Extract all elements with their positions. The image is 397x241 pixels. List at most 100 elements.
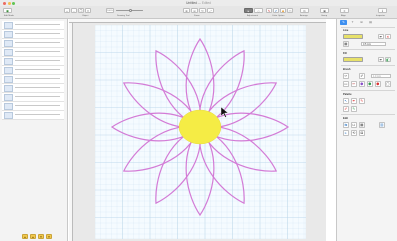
grid-icon: ▦	[360, 123, 364, 127]
color-option-label: Color Option	[272, 14, 285, 17]
tab-layout[interactable]: ▤	[367, 20, 374, 25]
layer-line	[15, 24, 60, 25]
tab-text[interactable]: T	[349, 20, 356, 25]
layer-thumbnail	[3, 49, 13, 56]
toolbar: ◼ Edit Mode + − ❐ ▾ Object 100% Drawing …	[0, 6, 397, 19]
transform-icon: ⊠	[360, 131, 364, 135]
nav-down-button[interactable]: ▼	[38, 234, 44, 239]
window-title: Untitled — Edited	[0, 1, 397, 5]
tab-size[interactable]: ⊞	[358, 20, 365, 25]
palette-brush-button[interactable]: ✐	[343, 106, 349, 112]
eyedropper-icon: ✒	[379, 34, 383, 39]
zoom-slider-knob[interactable]	[129, 8, 133, 12]
edit-transform-button[interactable]: ⊠	[359, 130, 365, 136]
brush-size-field[interactable]: 1.0 mm	[371, 73, 391, 78]
fill-picker-button[interactable]: ✒	[378, 56, 384, 62]
layer-row[interactable]	[2, 66, 64, 75]
brush-color-green-button[interactable]: ⬢	[367, 81, 373, 87]
edit-split-button[interactable]: ⫸	[343, 130, 349, 136]
layer-row[interactable]	[2, 93, 64, 102]
layer-row[interactable]	[2, 84, 64, 93]
arrange-button[interactable]: ⧉	[300, 7, 309, 13]
align-button[interactable]: ≡	[340, 7, 349, 13]
adjustment-node-button[interactable]: ◇	[254, 7, 263, 13]
palette-pen-button[interactable]: ✒	[351, 98, 357, 104]
line-picker-button[interactable]: ✒	[378, 33, 384, 39]
layer-row[interactable]	[2, 111, 64, 120]
brush-color-red-button[interactable]: ⬢	[375, 81, 381, 87]
adjustment-select-button[interactable]: ▸	[244, 7, 253, 13]
new-object-button[interactable]: +	[64, 7, 70, 13]
color-option-button-3[interactable]: ◆	[280, 7, 286, 13]
edit-section-title: Edit	[343, 117, 348, 120]
nav-last-button[interactable]: ▼	[46, 234, 52, 239]
flower-center[interactable]	[178, 109, 222, 145]
arrange-icon: ⧉	[303, 8, 306, 13]
edit-chart-button[interactable]: ▥	[379, 122, 385, 128]
size-tab-icon: ⊞	[360, 20, 363, 24]
line-width-field[interactable]: 0.5 mm	[361, 41, 386, 46]
edit-mode-label: Edit Mode	[4, 14, 14, 17]
color-option-button-2[interactable]: ✐	[273, 7, 279, 13]
fit-button[interactable]: ⤢	[207, 7, 214, 13]
adjustment-label: Adjustment	[247, 14, 258, 17]
drawing-canvas[interactable]	[95, 25, 306, 239]
edit-merge-button[interactable]: ⊔	[351, 122, 357, 128]
inspector-tabs: ✎ T ⊞ ▤	[340, 20, 395, 25]
fill-section-title: Fill	[343, 52, 347, 55]
line-style-button[interactable]: ▦	[343, 41, 349, 47]
line-clear-button[interactable]: ✕	[385, 33, 391, 39]
layer-row[interactable]	[2, 48, 64, 57]
rotate-button[interactable]: ↻	[199, 7, 206, 13]
edit-mode-button[interactable]: ◼	[3, 7, 12, 13]
flip-horizontal-icon: ⇆	[344, 123, 348, 127]
delete-object-button[interactable]: −	[71, 7, 77, 13]
brush-marker-button[interactable]: ✐	[359, 73, 365, 79]
layer-row[interactable]	[2, 57, 64, 66]
edit-rotate-button[interactable]: ⟲	[351, 130, 357, 136]
nav-first-button[interactable]: ▲	[22, 234, 28, 239]
nav-up-button[interactable]: ▲	[30, 234, 36, 239]
edit-flip-h-button[interactable]: ⇆	[343, 122, 349, 128]
drawing-tool-label: Drawing Tool	[117, 14, 130, 17]
palette-fill-button[interactable]: ✎	[351, 106, 357, 112]
line-color-swatch[interactable]	[343, 34, 363, 39]
fill-gradient-button[interactable]: ◧	[385, 56, 391, 62]
drawing-tool-button[interactable]: 100%	[106, 7, 114, 13]
brush-pen-button[interactable]: ✑	[343, 73, 349, 79]
color-option-button-4[interactable]: ▭	[287, 7, 293, 13]
zoom-out-icon: ⊖	[193, 8, 196, 13]
brush-pencil-button[interactable]: ✏	[351, 81, 357, 87]
group-button[interactable]: ▣	[320, 7, 329, 13]
zoom-slider[interactable]	[116, 8, 143, 12]
edit-grid-button[interactable]: ▦	[359, 122, 365, 128]
layer-line	[15, 105, 60, 106]
layer-thumbnail	[3, 76, 13, 83]
palette-paint-button[interactable]: ✎	[359, 98, 365, 104]
color-option-button-1[interactable]: ✎	[266, 7, 272, 13]
text-tab-icon: T	[351, 20, 354, 24]
hexagon-icon: ⬢	[368, 82, 372, 86]
object-options-button[interactable]: ▾	[85, 7, 91, 13]
layer-row[interactable]	[2, 39, 64, 48]
tab-style[interactable]: ✎	[340, 20, 347, 25]
brush-clear-button[interactable]: ▢	[385, 81, 391, 87]
document-title: Untitled	[186, 1, 197, 5]
document-edited-label: — Edited	[197, 1, 211, 5]
zoom-group-label: Zoom	[194, 14, 200, 17]
brush-eraser-button[interactable]: ▭	[343, 81, 349, 87]
layer-row[interactable]	[2, 102, 64, 111]
layer-row[interactable]	[2, 75, 64, 84]
duplicate-object-button[interactable]: ❐	[78, 7, 84, 13]
palette-section-title: Palette	[343, 93, 352, 96]
zoom-out-button[interactable]: ⊖	[191, 7, 198, 13]
zoom-in-button[interactable]: ⊕	[183, 7, 190, 13]
brush-section-title: Brush	[343, 68, 351, 71]
inspector-toggle-button[interactable]: ℹ	[378, 7, 387, 13]
layer-row[interactable]	[2, 21, 64, 30]
palette-select-button[interactable]: ↖	[343, 98, 349, 104]
layer-row[interactable]	[2, 30, 64, 39]
brush-color-purple-button[interactable]: ⬢	[359, 81, 365, 87]
layout-tab-icon: ▤	[369, 20, 372, 24]
fill-color-swatch[interactable]	[343, 57, 363, 62]
